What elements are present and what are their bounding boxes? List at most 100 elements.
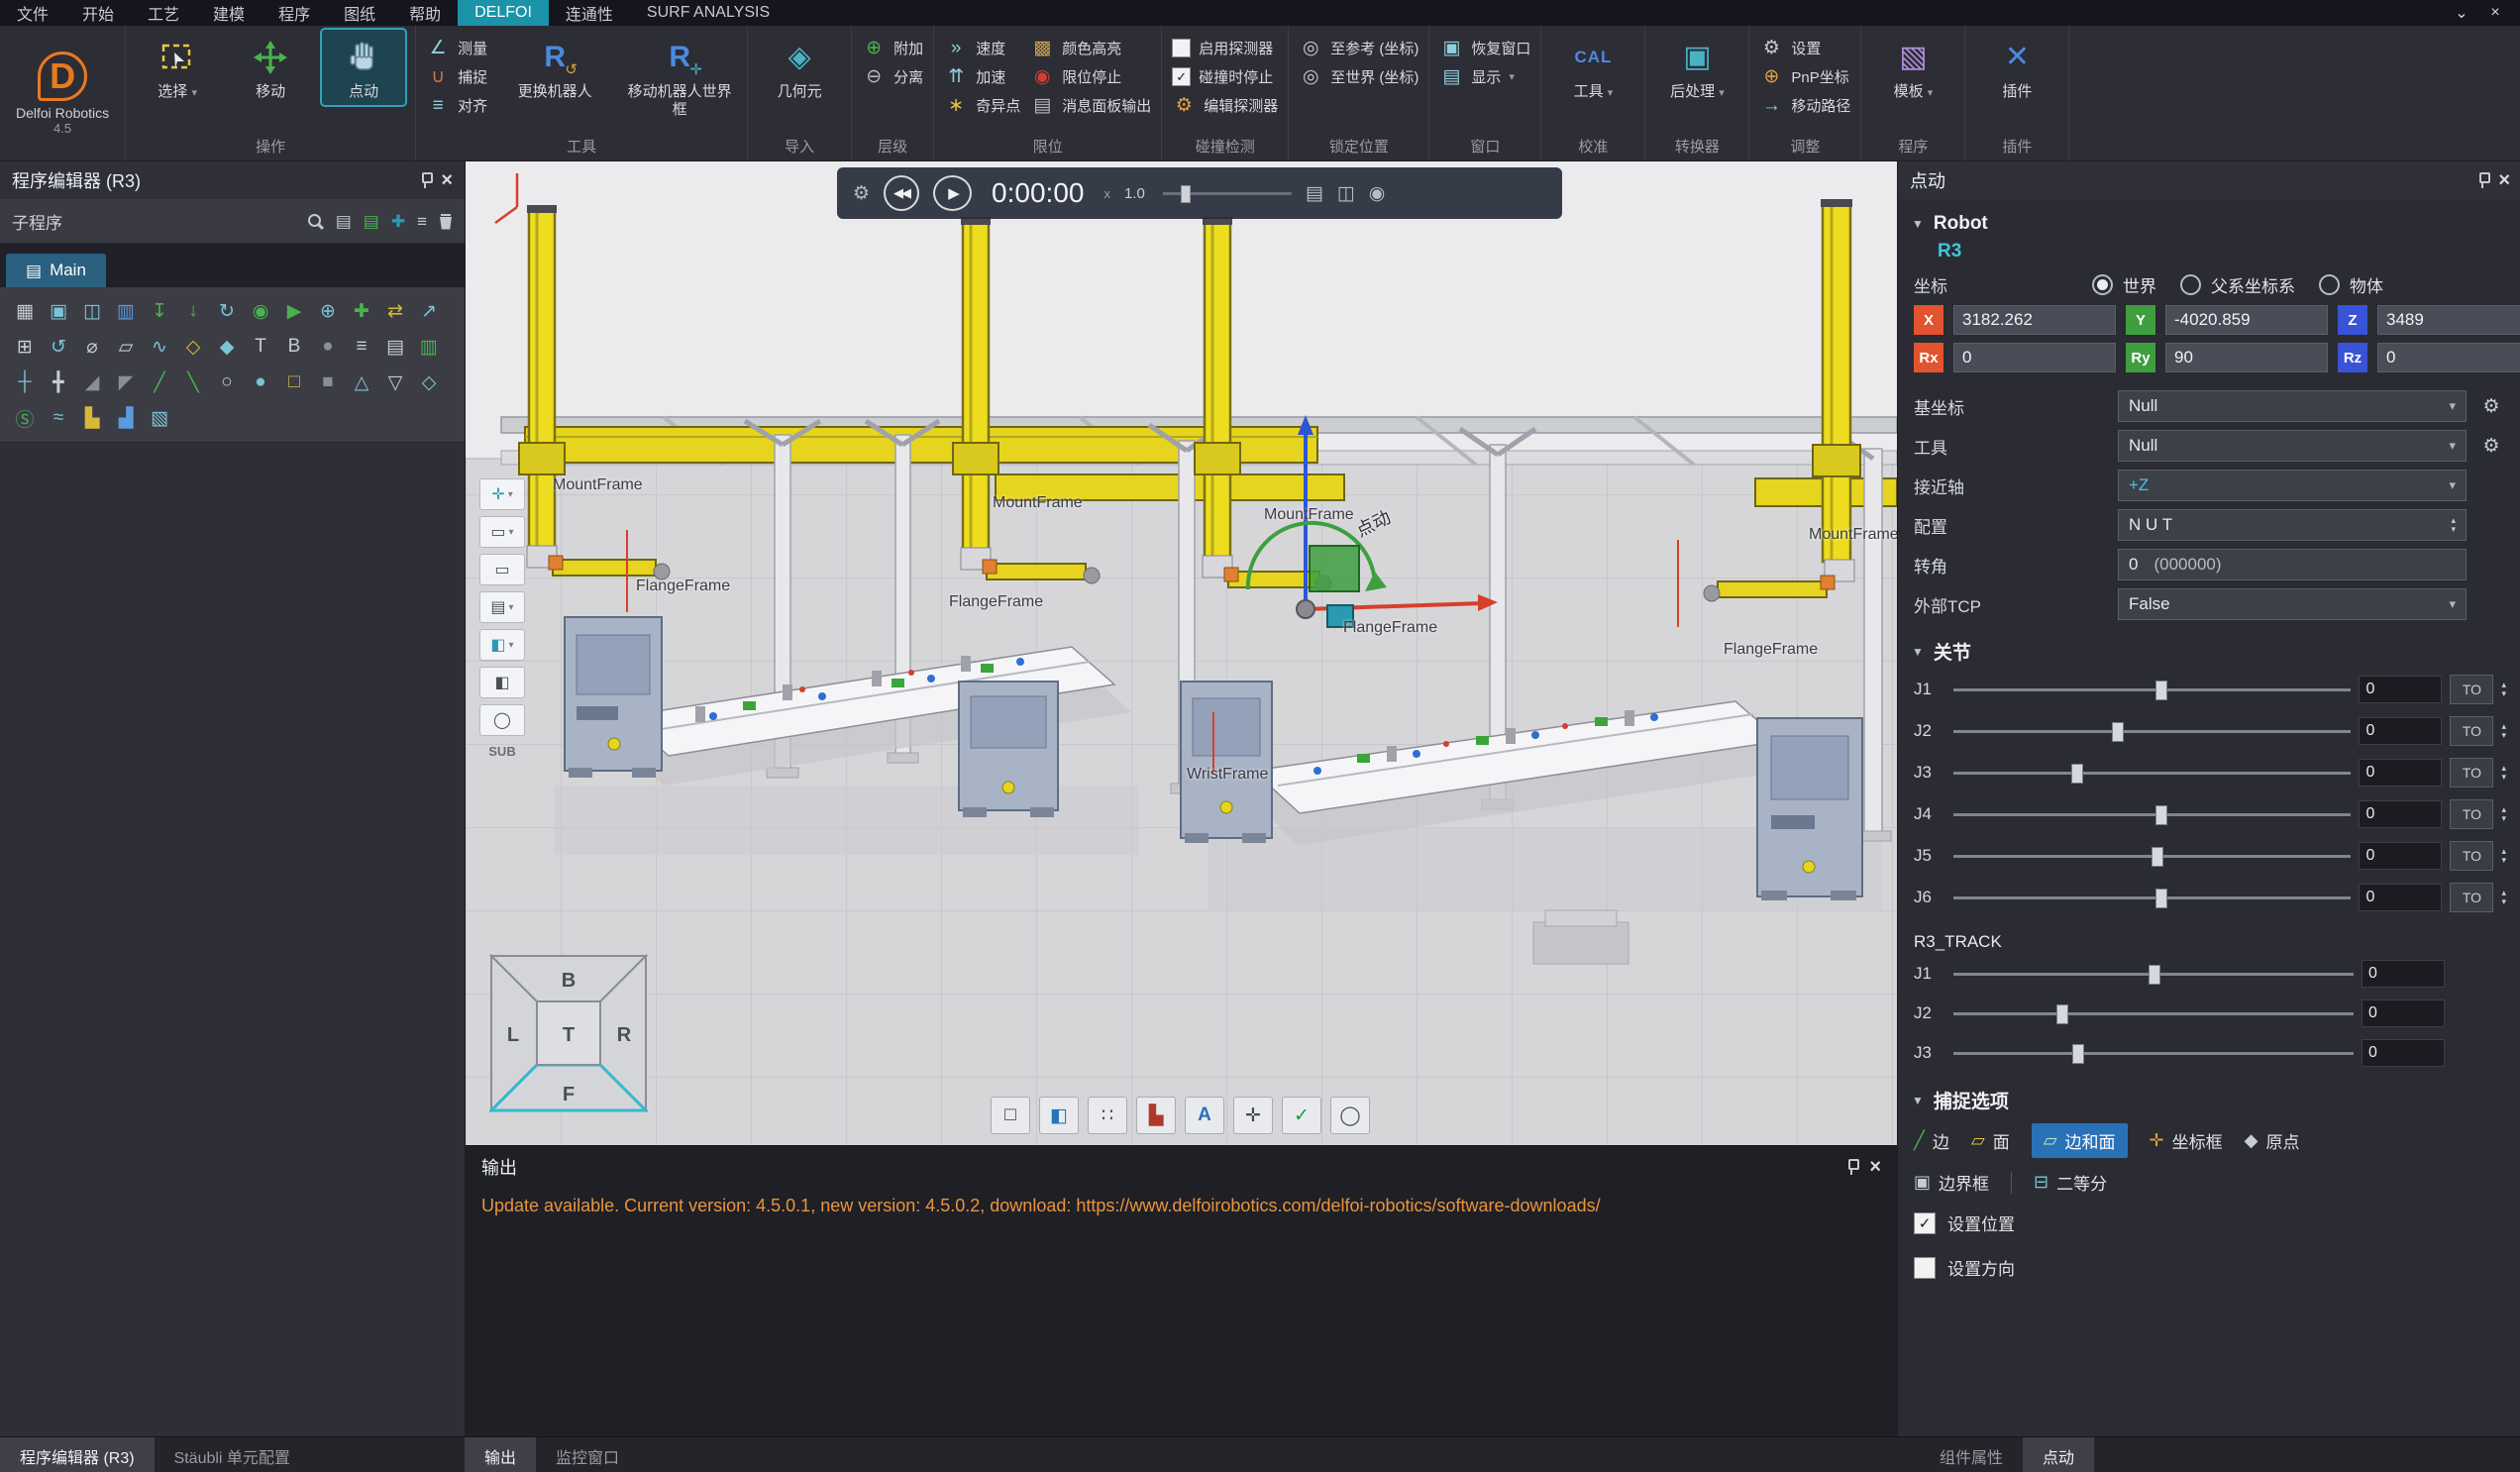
pin-icon[interactable] xyxy=(2475,172,2490,188)
editor-tool-icon[interactable]: ∿ xyxy=(145,333,174,361)
node-graph-icon[interactable]: ∷ xyxy=(1088,1097,1127,1134)
fit-view-button[interactable]: ✛▾ xyxy=(479,478,525,510)
menu-file[interactable]: 文件 xyxy=(0,0,65,26)
editor-tool-icon[interactable]: ≈ xyxy=(44,404,73,432)
rx-rotation-input[interactable] xyxy=(1953,343,2116,372)
spinner[interactable]: ▴▾ xyxy=(2501,764,2506,782)
view-cube-right[interactable]: R xyxy=(617,1024,632,1046)
delete-icon[interactable] xyxy=(439,213,453,230)
joint-slider[interactable] xyxy=(1953,844,2351,868)
slider-thumb[interactable] xyxy=(2149,965,2160,985)
editor-tool-icon[interactable]: ▥ xyxy=(111,297,141,325)
editor-tool-icon[interactable]: ▽ xyxy=(380,368,410,396)
menu-help[interactable]: 帮助 xyxy=(392,0,458,26)
tab-output[interactable]: 输出 xyxy=(465,1437,536,1472)
joint-value-input[interactable] xyxy=(2362,960,2445,988)
gear-icon[interactable]: ⚙ xyxy=(2476,435,2506,458)
restore-windows-button[interactable]: ▣恢复窗口 xyxy=(1439,38,1530,58)
editor-tool-icon[interactable]: ◇ xyxy=(414,368,444,396)
move-path-button[interactable]: →移动路径 xyxy=(1759,95,1850,116)
editor-tool-icon[interactable]: ▣ xyxy=(44,297,73,325)
wireframe-view-button[interactable]: ◧ xyxy=(479,667,525,698)
joint-value-input[interactable] xyxy=(2359,884,2442,911)
pin-icon[interactable] xyxy=(1844,1159,1859,1175)
tool-frame-dropdown[interactable]: Null▾ xyxy=(2118,430,2467,462)
editor-tool-icon[interactable]: ● xyxy=(246,368,275,396)
editor-tool-icon[interactable]: ● xyxy=(313,333,343,361)
snap-face-button[interactable]: ▱面 xyxy=(1971,1128,2010,1153)
radio-object[interactable] xyxy=(2319,274,2340,295)
menu-modeling[interactable]: 建模 xyxy=(196,0,262,26)
slider-thumb[interactable] xyxy=(2056,1004,2068,1024)
joint-value-input[interactable] xyxy=(2359,717,2442,745)
collapse-ribbon-icon[interactable]: ⌄ xyxy=(2447,3,2476,23)
editor-tool-icon[interactable]: Ⓢ xyxy=(10,404,40,432)
editor-tool-icon[interactable]: ◆ xyxy=(212,333,242,361)
slider-thumb[interactable] xyxy=(2155,805,2167,825)
editor-tool-icon[interactable]: ▶ xyxy=(279,297,309,325)
editor-tool-icon[interactable]: ○ xyxy=(212,368,242,396)
menu-program[interactable]: 程序 xyxy=(262,0,327,26)
view-plane-button[interactable]: ▭▾ xyxy=(479,516,525,548)
slider-thumb[interactable] xyxy=(2155,681,2167,700)
joint-slider[interactable] xyxy=(1953,962,2354,986)
snap-bounding-box-button[interactable]: ▣边界框 xyxy=(1914,1170,1989,1195)
spinner[interactable]: ▴▾ xyxy=(2501,681,2506,698)
joint-slider[interactable] xyxy=(1953,886,2351,909)
editor-tool-icon[interactable]: ⊞ xyxy=(10,333,40,361)
singularity-button[interactable]: ∗奇异点 xyxy=(944,95,1020,116)
spinner[interactable]: ▴▾ xyxy=(2501,847,2506,865)
joint-slider[interactable] xyxy=(1953,802,2351,826)
measure-button[interactable]: ∠测量 xyxy=(426,38,487,58)
menu-connectivity[interactable]: 连通性 xyxy=(549,0,630,26)
stop-at-limit-toggle[interactable]: ◉限位停止 xyxy=(1030,66,1151,87)
external-tcp-dropdown[interactable]: False▾ xyxy=(2118,588,2467,620)
radio-world[interactable] xyxy=(2092,274,2113,295)
editor-tool-icon[interactable]: ▦ xyxy=(10,297,40,325)
record-video-icon[interactable]: ◫ xyxy=(1337,182,1355,205)
snap-capture-button[interactable]: ∪捕捉 xyxy=(426,66,487,87)
view-cube-back[interactable]: B xyxy=(562,970,576,992)
editor-tool-icon[interactable]: ◫ xyxy=(77,297,107,325)
editor-tool-icon[interactable]: ◇ xyxy=(178,333,208,361)
jog-to-button[interactable]: TO xyxy=(2450,883,2493,912)
gear-icon[interactable]: ⚙ xyxy=(2476,395,2506,418)
display-button[interactable]: ▤显示 ▾ xyxy=(1439,66,1530,87)
spinner[interactable]: ▴▾ xyxy=(2501,722,2506,740)
slider-thumb[interactable] xyxy=(2072,1044,2084,1064)
set-position-checkbox[interactable]: ✓ xyxy=(1914,1212,1936,1234)
turn-value-box[interactable]: 0(000000) xyxy=(2118,549,2467,580)
detach-button[interactable]: ⊖分离 xyxy=(862,66,923,87)
z-position-input[interactable] xyxy=(2377,305,2520,335)
base-frame-dropdown[interactable]: Null▾ xyxy=(2118,390,2467,422)
skip-to-start-button[interactable]: ◀◀ xyxy=(884,175,919,211)
document-icon[interactable]: ▤ xyxy=(336,213,352,230)
template-button[interactable]: ▧ 模板 ▾ xyxy=(1871,30,1954,106)
program-tree-area[interactable] xyxy=(0,443,465,1436)
play-button[interactable]: ▶ xyxy=(933,175,972,211)
move-robot-world-frame-button[interactable]: R✛ 移动机器人世界框 xyxy=(622,30,737,123)
joints-section-header[interactable]: ▼关节 xyxy=(1898,624,2520,669)
editor-tool-icon[interactable]: ⊕ xyxy=(313,297,343,325)
jog-to-button[interactable]: TO xyxy=(2450,841,2493,871)
close-icon[interactable]: × xyxy=(2480,4,2510,22)
view-cube[interactable]: B L T R F xyxy=(489,954,648,1117)
editor-tool-icon[interactable]: ╱ xyxy=(145,368,174,396)
jog-to-button[interactable]: TO xyxy=(2450,799,2493,829)
tab-monitor-window[interactable]: 监控窗口 xyxy=(536,1437,639,1472)
editor-tool-icon[interactable]: △ xyxy=(347,368,376,396)
align-button[interactable]: ≡对齐 xyxy=(426,95,487,116)
joint-slider[interactable] xyxy=(1953,1041,2354,1065)
spinner[interactable]: ▴▾ xyxy=(2501,805,2506,823)
color-highlight-toggle[interactable]: ▩颜色高亮 xyxy=(1030,38,1151,58)
editor-tool-icon[interactable]: ↓ xyxy=(178,297,208,325)
slider-thumb[interactable] xyxy=(2071,764,2083,784)
editor-tool-icon[interactable]: ▙ xyxy=(77,404,107,432)
jog-to-button[interactable]: TO xyxy=(2450,675,2493,704)
calibration-tool-button[interactable]: CAL 工具 ▾ xyxy=(1551,30,1634,106)
editor-tool-icon[interactable]: ✚ xyxy=(347,297,376,325)
swap-robot-button[interactable]: R↺ 更换机器人 xyxy=(497,30,612,105)
editor-tool-icon[interactable]: ┼ xyxy=(10,368,40,396)
menu-process[interactable]: 工艺 xyxy=(131,0,196,26)
joint-value-input[interactable] xyxy=(2359,800,2442,828)
